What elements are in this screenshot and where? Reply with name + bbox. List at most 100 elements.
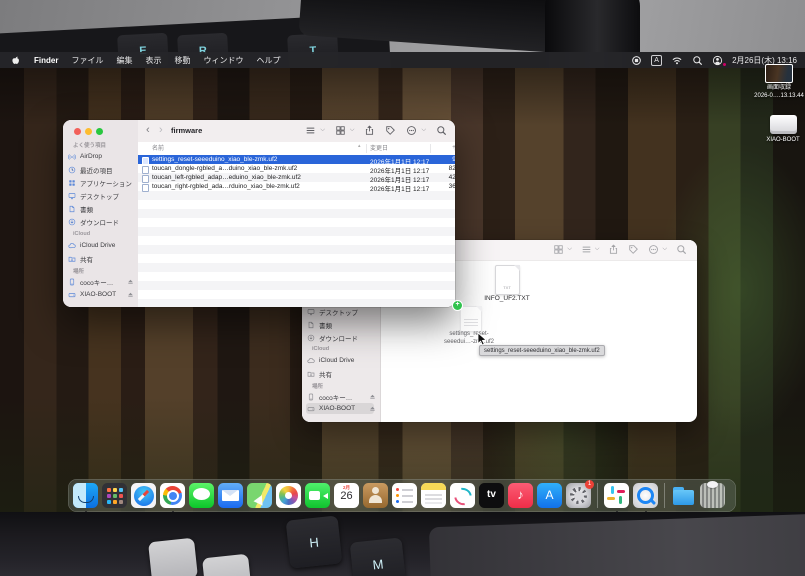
sidebar-item-documents[interactable]: 書類 — [68, 203, 93, 214]
sidebar-item-documents[interactable]: 書類 — [307, 319, 332, 330]
dock-system-settings-icon[interactable]: 1 — [566, 480, 594, 508]
group-by-icon[interactable] — [581, 244, 592, 255]
search-icon[interactable] — [436, 125, 447, 136]
dock: 2月 26 tv ♪ A 1 — [68, 479, 736, 513]
minimize-button[interactable] — [85, 128, 92, 135]
apple-menu-icon[interactable] — [10, 55, 21, 66]
search-icon[interactable] — [676, 244, 687, 255]
sidebar-item-applications[interactable]: アプリケーション — [68, 177, 132, 188]
dock-mail-icon[interactable] — [218, 483, 243, 508]
dock-music-icon[interactable]: ♪ — [508, 483, 533, 508]
dock-chrome-icon[interactable] — [160, 483, 185, 513]
dock-app-store-icon[interactable]: A — [537, 483, 562, 508]
view-options-icon[interactable] — [553, 244, 564, 255]
sidebar-item-downloads[interactable]: ダウンロード — [68, 216, 119, 227]
dock-finder-icon[interactable] — [73, 483, 98, 513]
sidebar-item-shared[interactable]: 共有 — [307, 368, 332, 379]
file-info-uf2-txt[interactable]: TXT INFO_UF2.TXT — [482, 265, 532, 302]
tag-icon[interactable] — [385, 125, 396, 136]
dock-messages-icon[interactable] — [189, 483, 214, 508]
dock-separator — [597, 483, 598, 508]
wifi-icon[interactable] — [671, 55, 683, 66]
file-row-toucan-right[interactable]: toucan_right-rgbled_ada…rduino_xiao_ble-… — [138, 182, 455, 193]
dock-notes-icon[interactable] — [421, 483, 446, 508]
menu-view[interactable]: 表示 — [145, 55, 161, 66]
sidebar-item-icloud-drive[interactable]: iCloud Drive — [307, 355, 354, 366]
dock-tv-icon[interactable]: tv — [479, 483, 504, 508]
sidebar-item-coco-keyboard[interactable]: cocoキー… — [307, 391, 376, 402]
sidebar-item-coco-keyboard[interactable]: cocoキー… — [68, 276, 134, 287]
title-bar: ‹ › firmware ⌵ ⌵ ⌵ — [138, 120, 455, 143]
sidebar-item-icloud-drive[interactable]: iCloud Drive — [68, 240, 115, 251]
dock-freeform-icon[interactable] — [450, 483, 475, 508]
dock-contacts-icon[interactable] — [363, 483, 388, 508]
sidebar-item-xiao-boot[interactable]: XIAO-BOOT — [68, 289, 134, 300]
desk-photo-bottom: H M — [0, 512, 805, 576]
record-stop-icon[interactable] — [631, 55, 642, 66]
copy-plus-badge: + — [452, 300, 463, 311]
dock-maps-icon[interactable] — [247, 483, 272, 508]
dock-slack-icon[interactable] — [604, 483, 629, 513]
file-row-settings-reset[interactable]: settings_reset-seeeduino_xiao_ble-zmk.uf… — [138, 155, 455, 166]
share-icon[interactable] — [608, 244, 619, 255]
keycap-h: H — [285, 515, 343, 569]
input-source-icon[interactable]: A — [651, 54, 663, 66]
sidebar-item-desktop[interactable]: デスクトップ — [68, 190, 119, 201]
sidebar-item-xiao-boot[interactable]: XIAO-BOOT — [307, 403, 376, 414]
dock-trash-icon[interactable] — [700, 481, 725, 508]
dock-facetime-icon[interactable] — [305, 483, 330, 508]
eject-icon[interactable] — [127, 291, 134, 298]
menu-file[interactable]: ファイル — [71, 55, 103, 66]
view-options-icon[interactable] — [305, 125, 316, 136]
sidebar-item-desktop[interactable]: デスクトップ — [307, 306, 358, 317]
sort-indicator-icon: ▴ — [358, 143, 361, 149]
dock-separator — [664, 483, 665, 508]
group-by-icon[interactable] — [335, 125, 346, 136]
external-drive-icon — [769, 115, 797, 134]
dock-quicktime-icon[interactable] — [633, 483, 658, 513]
tag-icon[interactable] — [628, 244, 639, 255]
finder-window-firmware[interactable]: よく使う項目 AirDrop 最近の項目 アプリケーション デスクトップ 書類 … — [63, 120, 455, 307]
file-row-toucan-dongle[interactable]: toucan_dongle-rgbled_a…duino_xiao_ble-zm… — [138, 164, 455, 175]
dock-calendar-icon[interactable]: 2月 26 — [334, 483, 359, 508]
chevron-down-icon: ⌵ — [594, 246, 600, 252]
menu-help[interactable]: ヘルプ — [256, 55, 280, 66]
more-actions-icon[interactable] — [406, 125, 417, 136]
screenshot-scene: E R T Finder ファイル 編集 表示 移動 ウィンドウ ヘルプ A 2… — [0, 0, 805, 576]
user-menu-icon[interactable] — [712, 55, 727, 66]
sidebar: よく使う項目 AirDrop 最近の項目 アプリケーション デスクトップ 書類 … — [63, 120, 139, 307]
column-date[interactable]: 変更日 — [370, 143, 434, 152]
column-size[interactable]: サイズ — [434, 143, 455, 152]
menu-finder[interactable]: Finder — [34, 56, 58, 65]
back-button[interactable]: ‹ — [146, 123, 150, 137]
zoom-button[interactable] — [96, 128, 103, 135]
dock-launchpad-icon[interactable] — [102, 483, 127, 508]
column-name[interactable]: 名前 — [152, 143, 364, 152]
sidebar-item-recents[interactable]: 最近の項目 — [68, 164, 113, 175]
close-button[interactable] — [74, 128, 81, 135]
sidebar-item-shared[interactable]: 共有 — [68, 253, 93, 264]
dock-reminders-icon[interactable] — [392, 483, 417, 508]
eject-icon[interactable] — [127, 278, 134, 285]
file-list: 名前 ▴ 変更日 サイズ 種類 settings_reset-seeeduino… — [138, 142, 455, 307]
eject-icon[interactable] — [369, 393, 376, 400]
desktop-icon-screen-recording[interactable]: 画面収録 2026-0….13.13.44 — [751, 64, 805, 100]
menu-edit[interactable]: 編集 — [116, 55, 132, 66]
forward-button[interactable]: › — [159, 123, 163, 137]
share-icon[interactable] — [364, 125, 375, 136]
menu-window[interactable]: ウィンドウ — [203, 55, 243, 66]
eject-icon[interactable] — [369, 405, 376, 412]
chevron-updown-icon: ⌵ — [567, 246, 572, 252]
more-actions-icon[interactable] — [648, 244, 659, 255]
sidebar-item-downloads[interactable]: ダウンロード — [307, 332, 358, 343]
desktop-icon-xiao-boot-drive[interactable]: XIAO-BOOT — [755, 115, 805, 145]
screen-recording-thumbnail — [765, 64, 793, 83]
dock-photos-icon[interactable] — [276, 483, 301, 508]
chevron-updown-icon: ⌵ — [320, 127, 325, 133]
dock-downloads-folder-icon[interactable] — [671, 483, 696, 508]
menu-go[interactable]: 移動 — [174, 55, 190, 66]
file-row-toucan-left[interactable]: toucan_left-rgbled_adap…eduino_xiao_ble-… — [138, 173, 455, 184]
sidebar-item-airdrop[interactable]: AirDrop — [68, 151, 102, 162]
spotlight-search-icon[interactable] — [692, 55, 703, 66]
dock-safari-icon[interactable] — [131, 483, 156, 508]
